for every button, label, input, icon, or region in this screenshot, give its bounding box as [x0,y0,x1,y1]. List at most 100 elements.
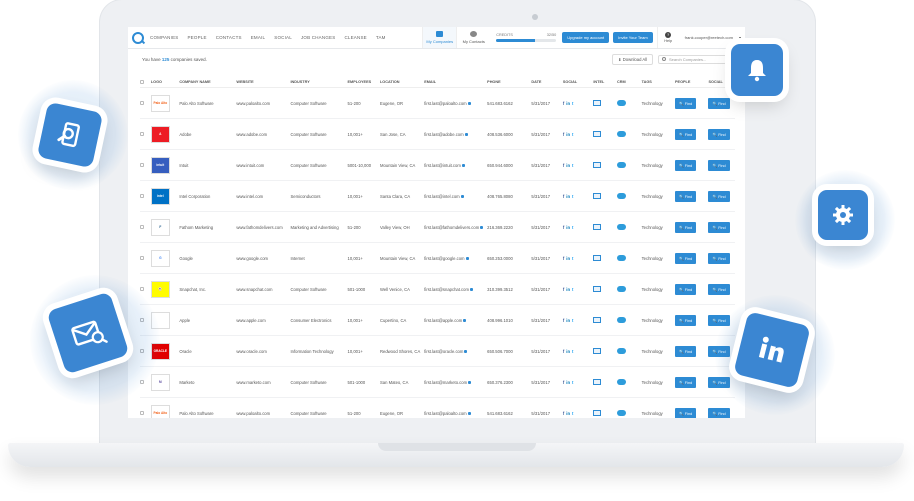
company-tag[interactable]: Technology [642,411,675,416]
row-checkbox[interactable] [140,132,144,136]
twitter-icon[interactable]: t [572,287,573,292]
crm-cell[interactable] [616,224,642,230]
company-website[interactable]: www.intuit.com [236,163,290,168]
facebook-icon[interactable]: f [563,411,564,416]
crm-cell[interactable] [616,162,642,168]
crm-cell[interactable] [616,286,642,292]
header-website[interactable]: WEBSITE [236,80,290,84]
intel-report-icon[interactable] [593,410,602,416]
company-phone-cell[interactable]: 216.369.2220 [487,225,531,230]
company-email[interactable]: first.last@google.com [424,256,464,261]
company-name[interactable]: Oracle [179,349,236,354]
intel-report-icon[interactable] [593,317,602,323]
facebook-icon[interactable]: f [563,163,564,168]
company-email[interactable]: first.last@fathomdelivers.com [424,225,479,230]
company-website[interactable]: www.fathomdelivers.com [236,225,290,230]
table-row[interactable]: A Adobe www.adobe.com Computer Software 10,0… [140,119,735,150]
row-checkbox[interactable] [140,225,144,229]
company-phone-cell[interactable]: 650.506.7000 [487,349,531,354]
find-social-button[interactable]: 🔍 Find [708,221,730,233]
find-people-button[interactable]: 🔍 Find [675,190,697,202]
company-email[interactable]: first.last@snapchat.com [424,287,469,292]
company-website[interactable]: www.oracle.com [236,349,290,354]
linkedin-small-icon[interactable]: in [566,225,570,230]
twitter-icon[interactable]: t [572,380,573,385]
company-phone[interactable]: 216.369.2220 [487,225,513,230]
facebook-icon[interactable]: f [563,101,564,106]
find-people-button[interactable]: 🔍 Find [675,128,697,140]
company-email[interactable]: first.last@paloalto.com [424,411,466,416]
company-phone[interactable]: 650.253.0000 [487,256,513,261]
linkedin-small-icon[interactable]: in [566,132,570,137]
company-name[interactable]: Intuit [179,163,236,168]
nav-contacts[interactable]: CONTACTS [216,35,242,40]
company-tag[interactable]: Technology [642,225,675,230]
find-people-button[interactable]: 🔍 Find [675,345,697,357]
find-social-button[interactable]: 🔍 Find [708,283,730,295]
salesforce-icon[interactable] [616,348,626,354]
company-tag[interactable]: Technology [642,287,675,292]
crm-cell[interactable] [616,100,642,106]
company-website[interactable]: www.paloalto.com [236,101,290,106]
crm-cell[interactable] [616,348,642,354]
facebook-icon[interactable]: f [563,318,564,323]
row-select-cell[interactable] [140,101,151,105]
company-email[interactable]: first.last@oracle.com [424,349,463,354]
intel-report-icon[interactable] [593,286,602,292]
company-phone-cell[interactable]: 650.376.2300 [487,380,531,385]
row-checkbox[interactable] [140,194,144,198]
nav-tam[interactable]: TAM [376,35,386,40]
user-menu[interactable]: frank.cooper@reetech.com [679,35,733,40]
crm-cell[interactable] [616,131,642,137]
table-row[interactable]: 👻 Snapchat, Inc. www.snapchat.com Computer … [140,274,735,305]
intel-cell[interactable] [593,193,617,199]
salesforce-icon[interactable] [616,410,626,416]
company-tag[interactable]: Technology [642,256,675,261]
crm-cell[interactable] [616,255,642,261]
row-select-cell[interactable] [140,287,151,291]
crm-cell[interactable] [616,193,642,199]
salesforce-icon[interactable] [616,379,626,385]
company-website[interactable]: www.paloalto.com [236,411,290,416]
header-industry[interactable]: INDUSTRY [290,80,347,84]
intel-report-icon[interactable] [593,379,602,385]
header-location[interactable]: LOCATION [380,80,424,84]
company-email[interactable]: first.last@marketo.com [424,380,467,385]
intel-cell[interactable] [593,100,617,106]
salesforce-icon[interactable] [616,224,626,230]
row-select-cell[interactable] [140,225,151,229]
salesforce-icon[interactable] [616,162,626,168]
row-checkbox[interactable] [140,287,144,291]
invite-team-button[interactable]: Invite Your Team [613,32,653,43]
header-employees[interactable]: EMPLOYEES [348,80,380,84]
company-phone-cell[interactable]: 408.996.1010 [487,318,531,323]
table-row[interactable]: intuit Intuit www.intuit.com Computer Softw… [140,150,735,181]
help-button[interactable]: ? Help [656,27,679,48]
facebook-icon[interactable]: f [563,225,564,230]
find-people-button[interactable]: 🔍 Find [675,252,697,264]
company-tag[interactable]: Technology [642,380,675,385]
twitter-icon[interactable]: t [572,256,573,261]
company-email[interactable]: first.last@intel.com [424,194,459,199]
row-checkbox[interactable] [140,101,144,105]
company-phone[interactable]: 541.683.6162 [487,411,513,416]
linkedin-small-icon[interactable]: in [566,318,570,323]
tab-my-contacts[interactable]: My Contacts [456,27,490,48]
company-email-cell[interactable]: first.last@intel.com [424,194,487,199]
table-row[interactable]: Apple www.apple.com Consumer Electronics 10… [140,305,735,336]
intel-cell[interactable] [593,348,617,354]
company-website[interactable]: www.google.com [236,256,290,261]
find-social-button[interactable]: 🔍 Find [708,190,730,202]
salesforce-icon[interactable] [616,286,626,292]
linkedin-small-icon[interactable]: in [566,349,570,354]
intel-report-icon[interactable] [593,348,602,354]
company-tag[interactable]: Technology [642,194,675,199]
crm-cell[interactable] [616,317,642,323]
company-name[interactable]: Apple [179,318,236,323]
find-social-button[interactable]: 🔍 Find [708,128,730,140]
table-row[interactable]: M Marketo www.marketo.com Computer Software… [140,367,735,398]
company-name[interactable]: Palo Alto Software [179,411,236,416]
facebook-icon[interactable]: f [563,380,564,385]
intel-cell[interactable] [593,410,617,416]
company-phone[interactable]: 650.506.7000 [487,349,513,354]
